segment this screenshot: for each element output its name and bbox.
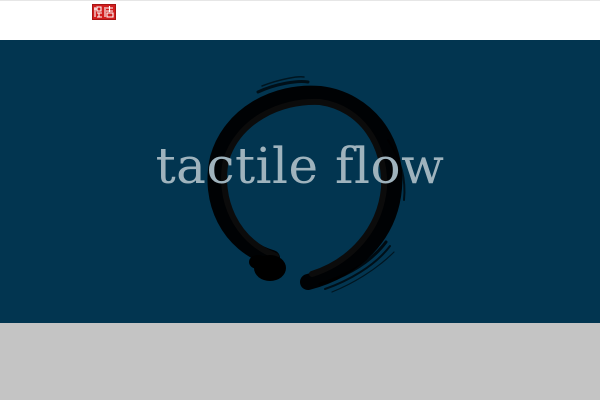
hero-banner: tactile flow <box>0 40 600 323</box>
seal-logo-icon[interactable] <box>92 4 116 20</box>
footer-band <box>0 323 600 400</box>
page: tactile flow <box>0 0 600 400</box>
top-navigation-bar <box>0 0 600 40</box>
hero-title: tactile flow <box>155 137 445 195</box>
